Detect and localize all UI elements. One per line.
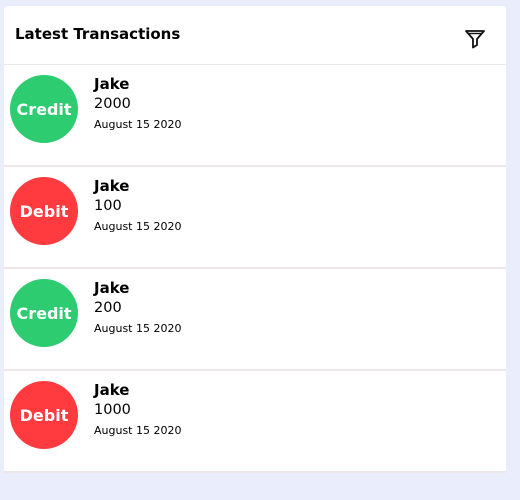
transaction-date: August 15 2020 bbox=[94, 424, 182, 437]
transaction-date: August 15 2020 bbox=[94, 118, 182, 131]
transactions-card: Latest Transactions Credit Jake 2000 Aug… bbox=[4, 6, 506, 473]
transaction-type-badge: Debit bbox=[10, 381, 78, 449]
transaction-row[interactable]: Credit Jake 200 August 15 2020 bbox=[4, 269, 506, 371]
transaction-date: August 15 2020 bbox=[94, 220, 182, 233]
transaction-type-badge: Credit bbox=[10, 75, 78, 143]
filter-button[interactable] bbox=[464, 28, 486, 50]
transaction-name: Jake bbox=[94, 279, 130, 297]
card-header: Latest Transactions bbox=[4, 6, 506, 65]
transaction-type-badge: Credit bbox=[10, 279, 78, 347]
transaction-name: Jake bbox=[94, 177, 130, 195]
transaction-amount: 100 bbox=[94, 198, 122, 214]
transaction-row[interactable]: Debit Jake 100 August 15 2020 bbox=[4, 167, 506, 269]
transaction-type-badge: Debit bbox=[10, 177, 78, 245]
transaction-amount: 2000 bbox=[94, 96, 131, 112]
transaction-row[interactable]: Debit Jake 1000 August 15 2020 bbox=[4, 371, 506, 473]
card-title: Latest Transactions bbox=[15, 25, 181, 43]
transaction-amount: 200 bbox=[94, 300, 122, 316]
transaction-name: Jake bbox=[94, 381, 130, 399]
transaction-amount: 1000 bbox=[94, 402, 131, 418]
transaction-date: August 15 2020 bbox=[94, 322, 182, 335]
filter-icon bbox=[465, 30, 485, 49]
transaction-name: Jake bbox=[94, 75, 130, 93]
transaction-row[interactable]: Credit Jake 2000 August 15 2020 bbox=[4, 65, 506, 167]
